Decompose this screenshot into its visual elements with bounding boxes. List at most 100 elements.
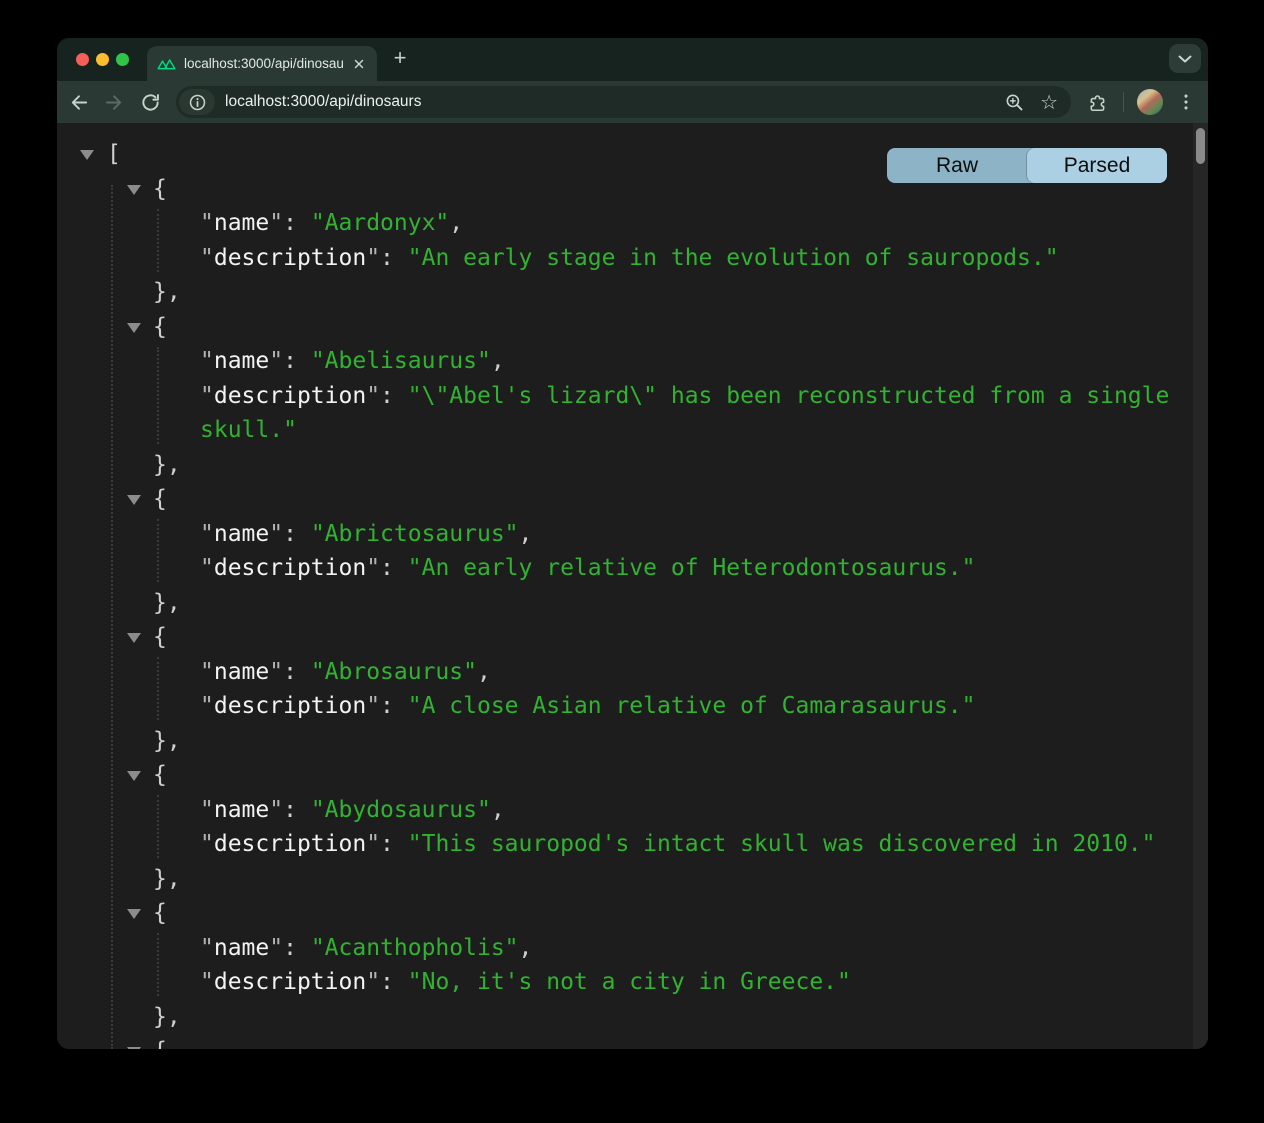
comma: , (477, 659, 491, 685)
quote: " (200, 935, 214, 961)
quote: " (200, 659, 214, 685)
colon: : (380, 969, 408, 995)
colon: : (380, 383, 408, 409)
chevron-down-icon (1178, 55, 1192, 63)
json-viewer: Raw Parsed [{"name": "Aardonyx","descrip… (57, 123, 1208, 1049)
open-brace: { (153, 314, 167, 340)
json-value: "This sauropod's intact skull was discov… (408, 831, 1156, 857)
json-value: "An early relative of Heterodontosaurus.… (408, 555, 976, 581)
json-key: description (214, 555, 366, 581)
quote: " (200, 693, 214, 719)
name-line: "name": "Abrictosaurus", (200, 517, 1185, 552)
description-line: "description": "An early relative of Het… (200, 551, 1185, 586)
json-value: "Abrosaurus" (311, 659, 477, 685)
colon: : (283, 348, 311, 374)
tree-guide-line (157, 933, 159, 996)
object-close-line: }, (57, 862, 1193, 897)
colon: : (380, 831, 408, 857)
quote: " (200, 348, 214, 374)
colon: : (380, 245, 408, 271)
collapse-triangle-icon[interactable] (127, 771, 141, 781)
quote: " (269, 348, 283, 374)
json-key: name (214, 797, 269, 823)
scrollbar-thumb[interactable] (1196, 128, 1205, 164)
quote: " (366, 831, 380, 857)
json-value: "Abrictosaurus" (311, 521, 519, 547)
collapse-triangle-icon[interactable] (127, 495, 141, 505)
json-array-item: {"name": "Aardonyx","description": "An e… (57, 172, 1193, 310)
quote: " (269, 797, 283, 823)
tree-guide-line (157, 209, 159, 272)
comma: , (449, 210, 463, 236)
object-open-line: { (57, 758, 1193, 793)
colon: : (283, 521, 311, 547)
collapse-triangle-icon[interactable] (127, 633, 141, 643)
tab-close-icon[interactable] (351, 56, 367, 72)
quote: " (366, 245, 380, 271)
back-button[interactable] (60, 84, 96, 120)
object-open-line: { (57, 1034, 1193, 1049)
json-key: description (214, 245, 366, 271)
close-brace: }, (153, 452, 181, 478)
collapse-triangle-icon[interactable] (127, 1047, 141, 1049)
json-key: description (214, 831, 366, 857)
raw-tab[interactable]: Raw (887, 148, 1027, 183)
reload-icon (140, 92, 161, 113)
json-value: "Abelisaurus" (311, 348, 491, 374)
quote: " (200, 831, 214, 857)
object-close-line: }, (57, 448, 1193, 483)
json-array-item: {"name": "Abrosaurus","description": "A … (57, 620, 1193, 758)
comma: , (491, 797, 505, 823)
tab-search-button[interactable] (1169, 44, 1201, 73)
quote: " (269, 210, 283, 236)
forward-button[interactable] (96, 84, 132, 120)
zoom-window-button[interactable] (116, 53, 129, 66)
json-key: name (214, 210, 269, 236)
open-brace: { (153, 1038, 167, 1049)
site-info-icon[interactable] (179, 89, 215, 115)
json-array-item: {"name": "Abydosaurus","description": "T… (57, 758, 1193, 896)
collapse-triangle-icon[interactable] (127, 185, 141, 195)
colon: : (380, 693, 408, 719)
tree-guide-line (157, 347, 159, 445)
json-key: name (214, 521, 269, 547)
bookmark-star-icon[interactable]: ☆ (1040, 92, 1058, 112)
minimize-window-button[interactable] (96, 53, 109, 66)
open-brace: { (153, 486, 167, 512)
address-bar[interactable]: localhost:3000/api/dinosaurs ☆ (176, 86, 1071, 118)
menu-button[interactable] (1168, 84, 1204, 120)
quote: " (366, 555, 380, 581)
name-line: "name": "Aardonyx", (200, 206, 1185, 241)
open-brace: { (153, 176, 167, 202)
json-array-item: { "name": "Abrictosaurus","description": … (57, 482, 1193, 620)
json-value: "Acanthopholis" (311, 935, 519, 961)
json-key: description (214, 383, 366, 409)
toolbar-divider (1123, 92, 1124, 112)
collapse-triangle-icon[interactable] (127, 323, 141, 333)
quote: " (269, 521, 283, 547)
json-key: name (214, 348, 269, 374)
json-key: description (214, 693, 366, 719)
new-tab-button[interactable]: + (386, 45, 414, 73)
colon: : (380, 555, 408, 581)
tree-guide-line (157, 519, 159, 582)
scrollbar-track[interactable] (1193, 123, 1208, 1049)
tree-guide-line (157, 795, 159, 858)
browser-toolbar: localhost:3000/api/dinosaurs ☆ (57, 81, 1208, 123)
collapse-triangle-icon[interactable] (127, 909, 141, 919)
reload-button[interactable] (132, 84, 168, 120)
colon: : (283, 659, 311, 685)
name-line: "name": "Abelisaurus", (200, 344, 1185, 379)
profile-avatar[interactable] (1137, 89, 1163, 115)
zoom-icon[interactable] (1004, 92, 1025, 113)
browser-tab[interactable]: localhost:3000/api/dinosaurs (147, 46, 377, 81)
parsed-tab[interactable]: Parsed (1027, 148, 1167, 183)
description-line: "description": "\"Abel's lizard\" has be… (200, 379, 1185, 448)
extensions-button[interactable] (1079, 84, 1115, 120)
open-bracket: [ (107, 141, 121, 167)
quote: " (200, 521, 214, 547)
close-window-button[interactable] (76, 53, 89, 66)
collapse-triangle-icon[interactable] (80, 150, 94, 160)
quote: " (269, 935, 283, 961)
comma: , (519, 935, 533, 961)
